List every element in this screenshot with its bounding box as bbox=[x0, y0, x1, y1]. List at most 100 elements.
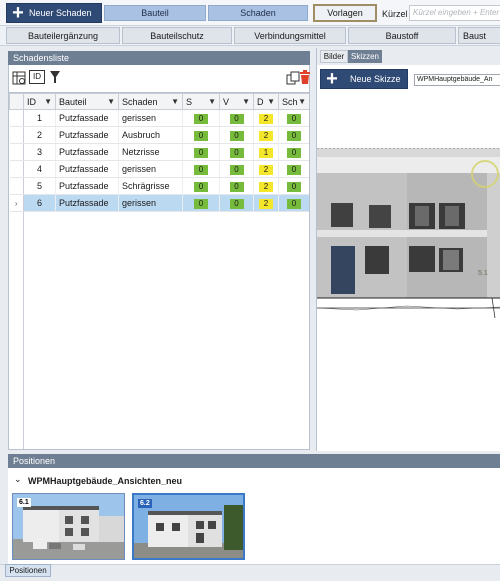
row-indicator[interactable] bbox=[9, 160, 24, 178]
position-thumb-1-label: 6.1 bbox=[17, 498, 31, 507]
tab-positions-label: Positionen bbox=[9, 566, 47, 575]
table-row[interactable]: 2 Putzfassade Ausbruch 0 0 2 0 bbox=[9, 126, 309, 144]
row-indicator[interactable] bbox=[9, 109, 24, 127]
cell-d: 1 bbox=[253, 143, 280, 161]
damage-list-toolbar: ID bbox=[8, 65, 310, 92]
tab-positions[interactable]: Positionen bbox=[5, 564, 51, 577]
filter-icon[interactable]: ▼ bbox=[171, 97, 179, 106]
table-row[interactable]: 4 Putzfassade gerissen 0 0 2 0 bbox=[9, 160, 309, 178]
header-id[interactable]: ID ▼ bbox=[23, 93, 56, 110]
new-sketch-button[interactable]: + Neue Skizze bbox=[320, 69, 408, 89]
toolbar2-item-0[interactable]: Bauteilergänzung bbox=[6, 27, 120, 44]
cell-id: 2 bbox=[23, 126, 56, 144]
shortcut-label: Kürzel bbox=[382, 9, 408, 19]
facade-sketch[interactable] bbox=[317, 148, 500, 378]
cell-v: 0 bbox=[219, 143, 255, 161]
header-damage[interactable]: Schaden ▼ bbox=[118, 93, 183, 110]
table-row[interactable]: › 6 Putzfassade gerissen 0 0 2 0 bbox=[9, 194, 309, 212]
cell-sch: 0 bbox=[278, 160, 309, 178]
chevron-down-icon[interactable]: ⌄ bbox=[14, 474, 22, 485]
positions-header: Positionen bbox=[8, 454, 500, 468]
row-indicator[interactable] bbox=[9, 126, 24, 144]
table-row[interactable]: 1 Putzfassade gerissen 0 0 2 0 bbox=[9, 109, 309, 127]
header-component[interactable]: Bauteil ▼ bbox=[55, 93, 119, 110]
header-sch[interactable]: Sch ▼ bbox=[278, 93, 309, 110]
positions-title: Positionen bbox=[13, 456, 56, 466]
plus-icon: + bbox=[326, 68, 338, 90]
copy-icon[interactable] bbox=[286, 71, 300, 85]
tab-damage[interactable]: Schaden bbox=[208, 5, 308, 21]
toolbar2-item-4[interactable]: Baust bbox=[458, 27, 500, 44]
table-row[interactable]: 5 Putzfassade Schrägrisse 0 0 2 0 bbox=[9, 177, 309, 195]
empty-row bbox=[9, 381, 310, 399]
empty-row bbox=[9, 398, 310, 416]
tab-component-label: Bauteil bbox=[141, 8, 169, 18]
damage-list-title: Schadensliste bbox=[13, 53, 70, 63]
cell-d: 2 bbox=[253, 126, 280, 144]
empty-row bbox=[9, 228, 310, 246]
delete-icon[interactable] bbox=[299, 70, 311, 85]
s-badge: 0 bbox=[194, 130, 208, 141]
s-badge: 0 bbox=[194, 113, 208, 124]
d-badge: 2 bbox=[259, 130, 274, 141]
secondary-toolbar: Bauteilergänzung Bauteilschutz Verbindun… bbox=[0, 26, 500, 46]
header-s[interactable]: S ▼ bbox=[181, 93, 221, 110]
header-v-label: V bbox=[223, 96, 230, 107]
id-toggle-icon[interactable]: ID bbox=[29, 70, 45, 84]
tab-images[interactable]: Bilder bbox=[320, 50, 348, 63]
v-badge: 0 bbox=[229, 130, 244, 141]
cell-component: Putzfassade bbox=[55, 143, 119, 161]
v-badge: 0 bbox=[229, 113, 244, 124]
d-badge: 2 bbox=[259, 198, 274, 209]
cell-id: 6 bbox=[23, 194, 56, 212]
row-indicator[interactable] bbox=[9, 143, 24, 161]
position-thumb-1[interactable]: 6.1 bbox=[12, 493, 125, 560]
cell-s: 0 bbox=[182, 109, 221, 127]
filter-icon[interactable]: ▼ bbox=[298, 97, 306, 106]
new-damage-button[interactable]: + Neuer Schaden bbox=[6, 3, 102, 23]
s-badge: 0 bbox=[194, 181, 208, 192]
row-indicator[interactable] bbox=[9, 177, 24, 195]
toolbar2-item-1[interactable]: Bauteilschutz bbox=[122, 27, 232, 44]
toolbar2-item-3[interactable]: Baustoff bbox=[348, 27, 456, 44]
cell-d: 2 bbox=[253, 109, 280, 127]
column-chooser-icon[interactable] bbox=[12, 71, 26, 85]
cell-damage: gerissen bbox=[118, 109, 183, 127]
tab-sketches[interactable]: Skizzen bbox=[348, 50, 382, 63]
empty-row bbox=[9, 211, 310, 229]
cell-d: 2 bbox=[253, 194, 280, 212]
empty-row bbox=[9, 262, 310, 280]
table-row[interactable]: 3 Putzfassade Netzrisse 0 0 1 0 bbox=[9, 143, 309, 161]
cell-damage: gerissen bbox=[118, 160, 183, 178]
cell-v: 0 bbox=[219, 177, 255, 195]
row-indicator[interactable]: › bbox=[9, 194, 24, 212]
position-thumb-2[interactable]: 6.2 bbox=[132, 493, 245, 560]
templates-button[interactable]: Vorlagen bbox=[313, 4, 377, 22]
filter-icon[interactable]: ▼ bbox=[267, 97, 275, 106]
cell-sch: 0 bbox=[278, 109, 309, 127]
cell-id: 3 bbox=[23, 143, 56, 161]
empty-row bbox=[9, 347, 310, 365]
filter-icon[interactable]: ▼ bbox=[107, 97, 115, 106]
filter-icon[interactable]: ▼ bbox=[208, 97, 216, 106]
cell-s: 0 bbox=[182, 177, 221, 195]
main-toolbar: + Neuer Schaden Bauteil Schaden Vorlagen… bbox=[0, 0, 500, 26]
tab-component[interactable]: Bauteil bbox=[104, 5, 206, 21]
cell-id: 1 bbox=[23, 109, 56, 127]
damage-list-header: Schadensliste bbox=[8, 51, 310, 65]
shortcut-input[interactable]: Kürzel eingeben + Enter bbox=[409, 5, 500, 21]
filter-icon[interactable]: ▼ bbox=[242, 97, 250, 106]
templates-label: Vorlagen bbox=[327, 8, 363, 18]
cell-s: 0 bbox=[182, 194, 221, 212]
sch-badge: 0 bbox=[287, 113, 302, 124]
empty-row bbox=[9, 364, 310, 382]
filter-icon[interactable]: ▼ bbox=[44, 97, 52, 106]
cell-s: 0 bbox=[182, 160, 221, 178]
cell-component: Putzfassade bbox=[55, 177, 119, 195]
toolbar2-item-2[interactable]: Verbindungsmittel bbox=[234, 27, 346, 44]
header-d[interactable]: D ▼ bbox=[253, 93, 280, 110]
v-badge: 0 bbox=[229, 147, 244, 158]
filter-icon[interactable] bbox=[49, 70, 61, 84]
header-v[interactable]: V ▼ bbox=[219, 93, 255, 110]
damage-marker-label[interactable]: 5.1 bbox=[478, 270, 488, 277]
